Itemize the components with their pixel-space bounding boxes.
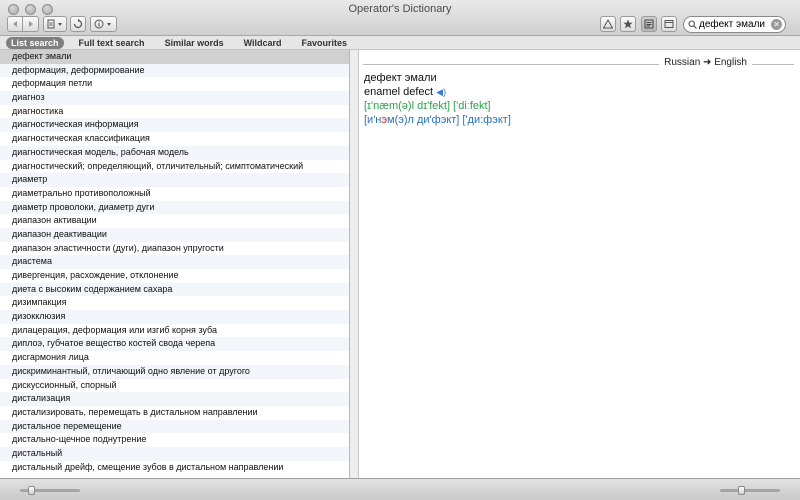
list-item[interactable]: диапазон деактивации [0, 227, 349, 242]
list-item[interactable]: диагностическая классификация [0, 132, 349, 146]
list-item[interactable]: дефект эмали [0, 50, 349, 64]
list-item[interactable]: дистализация [0, 392, 349, 406]
bottom-bar [0, 478, 800, 500]
entry-view: Russian ➜ English дефект эмали enamel de… [359, 50, 800, 478]
list-item[interactable]: диагностическая информация [0, 118, 349, 133]
search-icon [688, 20, 697, 29]
search-field[interactable]: ✕ [683, 16, 786, 33]
list-item[interactable]: диагностическая модель, рабочая модель [0, 145, 349, 160]
list-item[interactable]: дистальное перемещение [0, 419, 349, 434]
clipboard-icon [47, 19, 62, 29]
tab-list-search[interactable]: List search [6, 36, 64, 49]
layout-button[interactable] [661, 16, 677, 32]
search-input[interactable] [699, 19, 773, 30]
warning-triangle-icon [603, 19, 613, 29]
window-title: Operator's Dictionary [348, 3, 452, 15]
list-item[interactable]: диастема [0, 255, 349, 269]
list-item[interactable]: диета с высоким содержанием сахара [0, 282, 349, 297]
list-font-size-slider[interactable] [20, 486, 80, 495]
refresh-icon [73, 19, 83, 29]
list-item[interactable]: дистализировать, перемещать в дистальном… [0, 406, 349, 420]
list-item[interactable]: дистально-щечное поднутрение [0, 433, 349, 447]
list-item[interactable]: дисгармония лица [0, 351, 349, 365]
speaker-icon[interactable]: ◀) [436, 87, 446, 97]
book-list-icon [644, 19, 654, 29]
entry-headword: дефект эмали [364, 72, 437, 84]
list-item[interactable]: дизокклюзия [0, 310, 349, 324]
list-item[interactable]: деформация петли [0, 77, 349, 91]
entry-slider-knob[interactable] [738, 486, 745, 495]
list-item[interactable]: диагностика [0, 105, 349, 119]
back-arrow-icon [13, 21, 17, 27]
list-item[interactable]: деформация, деформирование [0, 63, 349, 78]
ipa-transcription: [ɪ'næm(ə)l dɪ'fekt] ['diːfekt] [364, 100, 491, 112]
refresh-button[interactable] [70, 16, 86, 32]
star-icon [623, 19, 633, 29]
tab-full-text-search[interactable]: Full text search [74, 37, 150, 49]
transcription-end: м(э)л ди'фэкт] ['ди:фэкт] [387, 114, 511, 126]
forward-arrow-icon [28, 21, 33, 27]
list-item[interactable]: дивергенция, расхождение, отклонение [0, 269, 349, 283]
window-layout-icon [664, 20, 674, 28]
language-direction-label: Russian ➜ English [659, 57, 752, 68]
list-item[interactable]: дилацерация, деформация или изгиб корня … [0, 324, 349, 338]
clear-search-icon[interactable]: ✕ [771, 19, 782, 30]
entry-font-size-slider[interactable] [720, 486, 780, 495]
search-mode-tabs: List search Full text search Similar words… [0, 36, 800, 50]
list-item[interactable]: дискуссионный, спорный [0, 379, 349, 393]
back-button[interactable] [7, 16, 23, 32]
list-item[interactable]: диагноз [0, 91, 349, 105]
russian-transcription: [и'нэм(э)л ди'фэкт] ['ди:фэкт] [364, 114, 511, 126]
tab-favourites[interactable]: Favourites [297, 37, 353, 49]
list-item[interactable]: дистальный [0, 446, 349, 461]
list-item[interactable]: диаметр [0, 173, 349, 187]
entry-translation: enamel defect ◀) [364, 86, 446, 98]
warning-button[interactable] [600, 16, 616, 32]
list-item[interactable]: дискриминантный, отличающий одно явление… [0, 364, 349, 379]
language-direction-header: Russian ➜ English [363, 57, 794, 71]
list-splitter[interactable] [350, 50, 359, 478]
list-item[interactable]: диаметрально противоположный [0, 187, 349, 201]
info-menu-button[interactable] [90, 16, 117, 32]
history-menu-button[interactable] [43, 16, 67, 32]
word-list[interactable]: дефект эмали деформация, деформирование де… [0, 50, 350, 478]
list-item[interactable]: диаметр проволоки, диаметр дуги [0, 200, 349, 215]
translation-text: enamel defect [364, 86, 434, 98]
window-titlebar: Operator's Dictionary дефект эмали ✕ [0, 0, 800, 36]
list-item[interactable]: диплоэ, губчатое вещество костей свода ч… [0, 337, 349, 352]
list-item[interactable]: диапазон эластичности (дуги), диапазон у… [0, 242, 349, 256]
list-item[interactable]: диагностический; определяющий, отличител… [0, 160, 349, 174]
forward-button[interactable] [23, 16, 39, 32]
transcription-start: [и'н [364, 114, 382, 126]
nav-segment [7, 16, 39, 32]
dictionary-view-button[interactable] [641, 16, 657, 32]
info-icon [94, 19, 111, 29]
favourite-button[interactable] [620, 16, 636, 32]
list-item[interactable]: диапазон активации [0, 214, 349, 228]
list-slider-knob[interactable] [28, 486, 35, 495]
tab-similar-words[interactable]: Similar words [160, 37, 229, 49]
list-item[interactable]: дистальный дрейф, смещение зубов в диста… [0, 461, 349, 475]
tab-wildcard[interactable]: Wildcard [239, 37, 287, 49]
list-item[interactable]: дизимпакция [0, 296, 349, 310]
